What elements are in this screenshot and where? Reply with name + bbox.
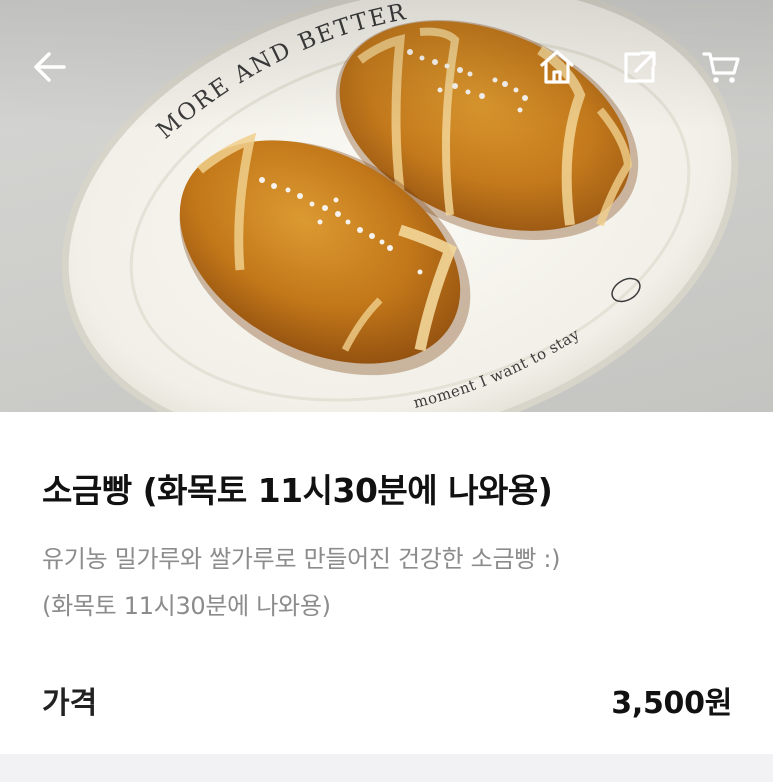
product-info: 소금빵 (화목토 11시30분에 나와용) 유기농 밀가루와 쌀가루로 만들어진…: [0, 412, 773, 754]
cart-icon: [702, 52, 740, 83]
share-icon: [624, 51, 656, 83]
back-button[interactable]: [28, 45, 72, 89]
product-description: 유기농 밀가루와 쌀가루로 만들어진 건강한 소금빵 :) (화목토 11시30…: [42, 536, 742, 630]
product-title: 소금빵 (화목토 11시30분에 나와용): [42, 471, 553, 510]
section-divider: [0, 754, 773, 782]
description-line: 유기농 밀가루와 쌀가루로 만들어진 건강한 소금빵 :): [42, 545, 561, 573]
arrow-left-icon: [34, 52, 66, 82]
home-button[interactable]: [535, 45, 579, 89]
price-row: 가격 3,500원: [42, 678, 732, 722]
home-icon: [540, 50, 574, 84]
price-value: 3,500원: [611, 686, 732, 721]
price-label: 가격: [42, 686, 98, 721]
share-button[interactable]: [617, 45, 661, 89]
cart-button[interactable]: [699, 45, 743, 89]
description-line: (화목토 11시30분에 나와용): [42, 592, 331, 620]
product-detail-page: MORE AND BETTER moment I want to stay 소금…: [0, 0, 773, 782]
